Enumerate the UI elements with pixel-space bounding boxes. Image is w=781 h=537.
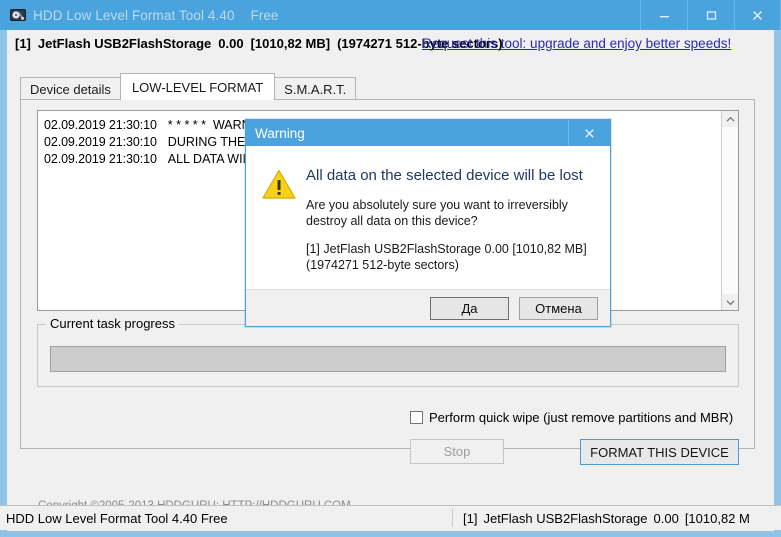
quick-wipe-row[interactable]: Perform quick wipe (just remove partitio…	[410, 410, 733, 425]
application-window: HDD Low Level Format Tool 4.40 Free [1] …	[0, 0, 781, 537]
chevron-down-icon	[726, 299, 734, 305]
tab-device-details-label: Device details	[30, 81, 111, 97]
dialog-body: All data on the selected device will be …	[246, 146, 610, 290]
scroll-down-button[interactable]	[722, 294, 738, 310]
tab-strip: Device details LOW-LEVEL FORMAT S.M.A.R.…	[20, 73, 357, 100]
device-size: [1010,82 MB]	[250, 36, 331, 51]
window-title: HDD Low Level Format Tool 4.40	[33, 7, 235, 23]
dialog-title: Warning	[255, 125, 305, 141]
warning-dialog: Warning All data on the selected device …	[245, 119, 611, 327]
status-device-size: [1010,82 M	[684, 510, 750, 526]
upgrade-link[interactable]: Request this tool: upgrade and enjoy bet…	[422, 36, 731, 51]
progress-group: Current task progress	[37, 316, 739, 387]
dialog-device-info: [1] JetFlash USB2FlashStorage 0.00 [1010…	[306, 242, 587, 272]
status-device-version: 0.00	[653, 510, 679, 526]
dialog-title-bar: Warning	[246, 120, 610, 146]
maximize-button[interactable]	[687, 0, 734, 30]
status-device-index: [1]	[463, 510, 478, 526]
format-this-device-button[interactable]: FORMAT THIS DEVICE	[580, 439, 739, 465]
format-button-label: FORMAT THIS DEVICE	[590, 444, 729, 460]
stop-button-label: Stop	[443, 444, 471, 459]
quick-wipe-label: Perform quick wipe (just remove partitio…	[429, 410, 734, 425]
progress-legend: Current task progress	[46, 316, 179, 331]
title-bar: HDD Low Level Format Tool 4.40 Free	[0, 0, 781, 30]
quick-wipe-checkbox[interactable]	[410, 411, 423, 424]
stop-button[interactable]: Stop	[410, 439, 504, 464]
status-bar: HDD Low Level Format Tool 4.40 Free [1] J…	[0, 505, 781, 530]
dialog-confirm-label: Да	[461, 300, 478, 316]
warning-triangle-icon	[262, 169, 296, 199]
log-timestamp: 02.09.2019 21:30:10	[44, 152, 157, 166]
tab-low-level-format-label: LOW-LEVEL FORMAT	[131, 79, 264, 95]
window-controls	[640, 0, 781, 30]
tab-smart-label: S.M.A.R.T.	[284, 81, 347, 97]
dialog-close-button[interactable]	[568, 120, 610, 146]
log-scrollbar[interactable]	[721, 111, 738, 310]
dialog-question: Are you absolutely sure you want to irre…	[306, 198, 568, 228]
maximize-icon	[706, 10, 716, 20]
status-left: HDD Low Level Format Tool 4.40 Free	[6, 510, 228, 526]
dialog-confirm-button[interactable]: Да	[430, 296, 509, 320]
header-area: [1] JetFlash USB2FlashStorage 0.00 [1010,82…	[7, 30, 774, 60]
chevron-up-icon	[726, 116, 734, 122]
scroll-up-button[interactable]	[722, 111, 738, 127]
close-button[interactable]	[734, 0, 781, 30]
scrollbar-track[interactable]	[722, 127, 738, 294]
tab-device-details[interactable]: Device details	[20, 77, 121, 100]
dialog-heading: All data on the selected device will be …	[306, 167, 583, 184]
tab-smart[interactable]: S.M.A.R.T.	[274, 77, 357, 100]
close-icon	[585, 128, 594, 138]
minimize-button[interactable]	[640, 0, 687, 30]
hdd-icon	[10, 9, 26, 21]
device-index: [1]	[15, 36, 31, 51]
dialog-footer: Да Отмена	[246, 289, 610, 326]
status-device-name: JetFlash USB2FlashStorage	[483, 510, 648, 526]
dialog-cancel-label: Отмена	[535, 300, 582, 316]
dialog-cancel-button[interactable]: Отмена	[519, 296, 598, 320]
status-right: [1] JetFlash USB2FlashStorage 0.00 [1010,82…	[453, 511, 781, 526]
window-edition: Free	[250, 7, 279, 23]
minimize-icon	[659, 15, 669, 17]
tab-low-level-format[interactable]: LOW-LEVEL FORMAT	[119, 73, 276, 100]
log-timestamp: 02.09.2019 21:30:10	[44, 135, 157, 149]
close-icon	[753, 10, 762, 20]
progress-bar	[50, 346, 726, 372]
device-name: JetFlash USB2FlashStorage	[37, 36, 212, 51]
device-version: 0.00	[218, 36, 244, 51]
log-timestamp: 02.09.2019 21:30:10	[44, 118, 157, 132]
